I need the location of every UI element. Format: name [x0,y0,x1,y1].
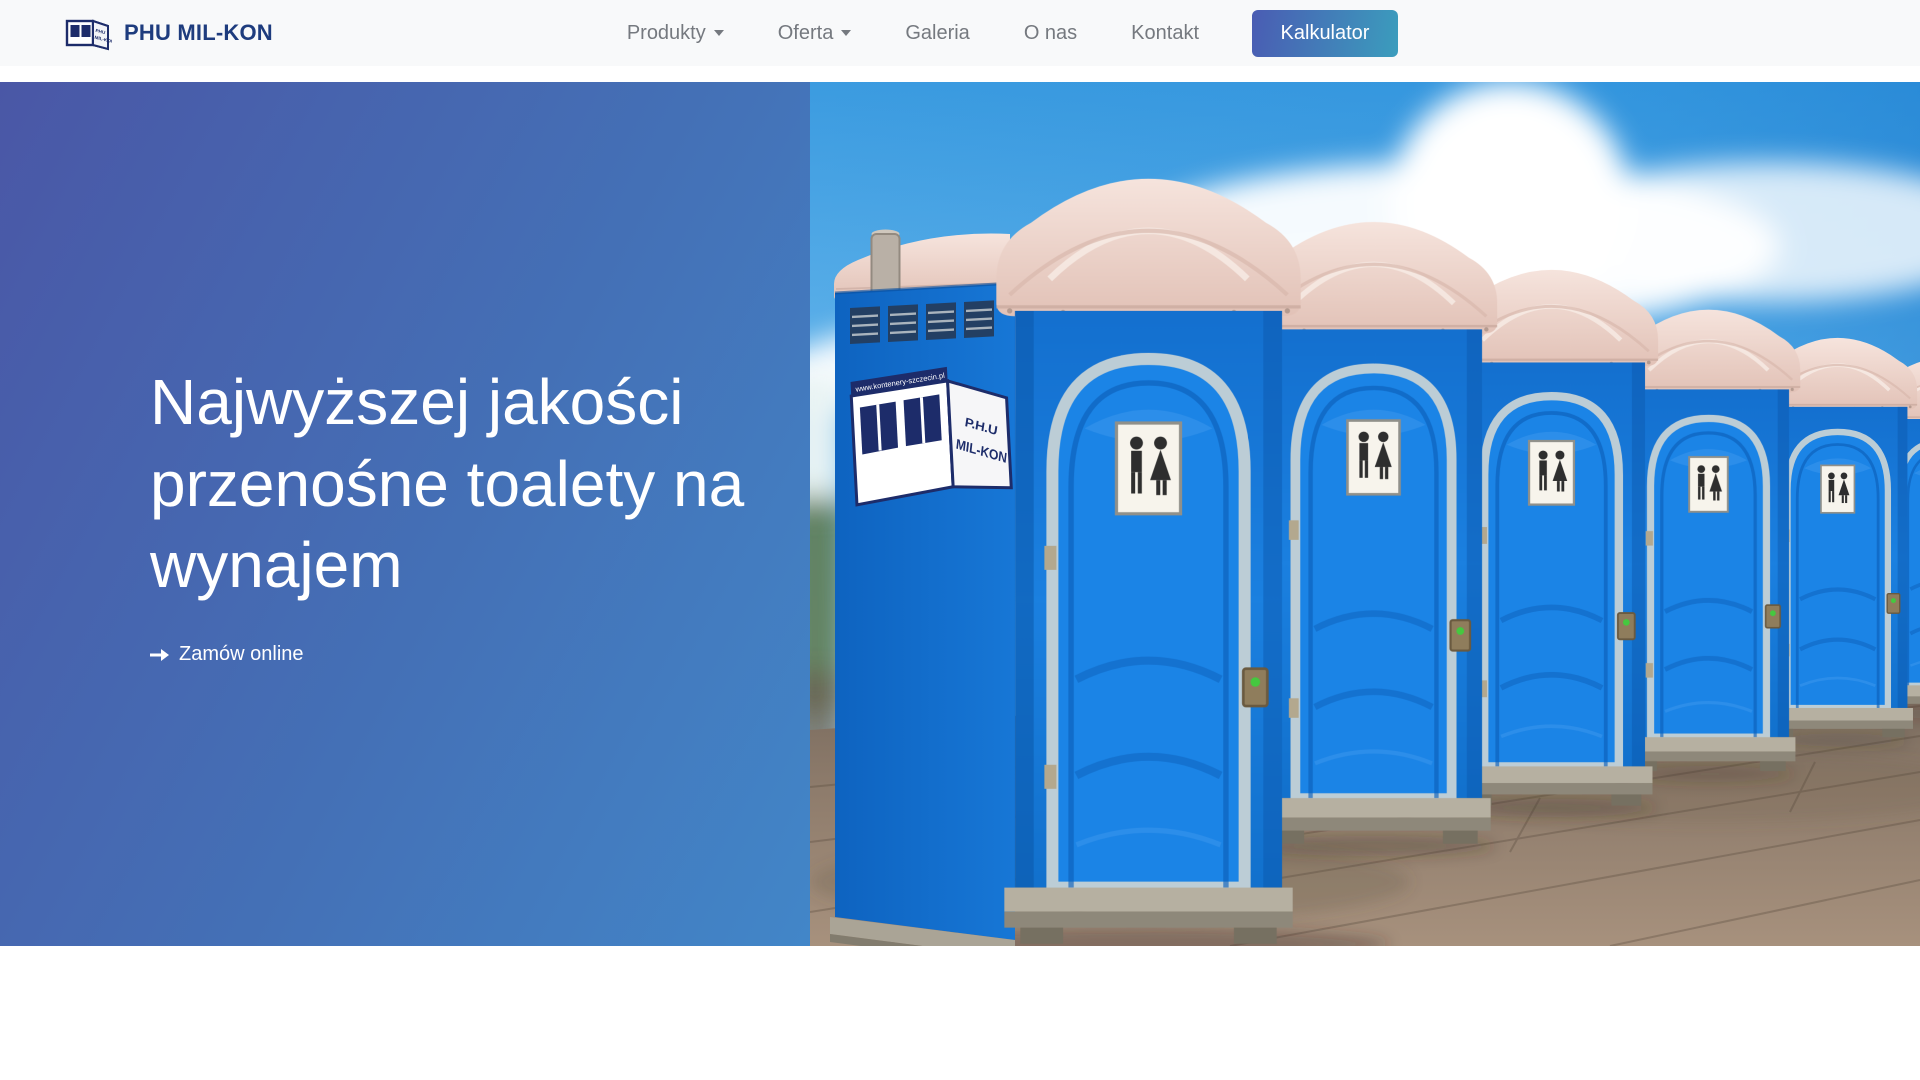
toilet-1: www.kontenery-szczecin.pl P.H.U MIL-KON [830,179,1301,946]
order-online-link[interactable]: Zamów online [150,643,304,666]
nav-item-galeria[interactable]: Galeria [878,12,996,55]
nav-item-oferta[interactable]: Oferta [751,12,879,55]
brand-logo[interactable]: PHU MIL-KON PHU MIL-KON [64,12,273,54]
hero-heading: Najwyższej jakości przenośne toalety na … [150,362,830,608]
nav-item-o-nas[interactable]: O nas [997,12,1104,55]
hero-section: Najwyższej jakości przenośne toalety na … [0,82,1920,946]
nav-item-produkty[interactable]: Produkty [600,12,751,55]
nav-item-kontakt[interactable]: Kontakt [1104,12,1226,55]
navbar: PHU MIL-KON PHU MIL-KON Produkty Oferta … [0,0,1920,66]
hero-photo: www.kontenery-szczecin.pl P.H.U MIL-KON [810,82,1920,946]
brand-name: PHU MIL-KON [124,20,273,46]
arrow-right-icon [150,647,169,663]
hero-text-panel: Najwyższej jakości przenośne toalety na … [0,82,810,946]
kalkulator-button[interactable]: Kalkulator [1252,10,1398,57]
portable-toilets-illustration: www.kontenery-szczecin.pl P.H.U MIL-KON [810,82,1920,946]
chevron-down-icon [714,30,724,36]
main-nav: Produkty Oferta Galeria O nas Kontakt [600,12,1226,55]
order-online-label: Zamów online [179,643,304,666]
container-logo-icon: PHU MIL-KON [64,12,112,54]
chevron-down-icon [841,30,851,36]
